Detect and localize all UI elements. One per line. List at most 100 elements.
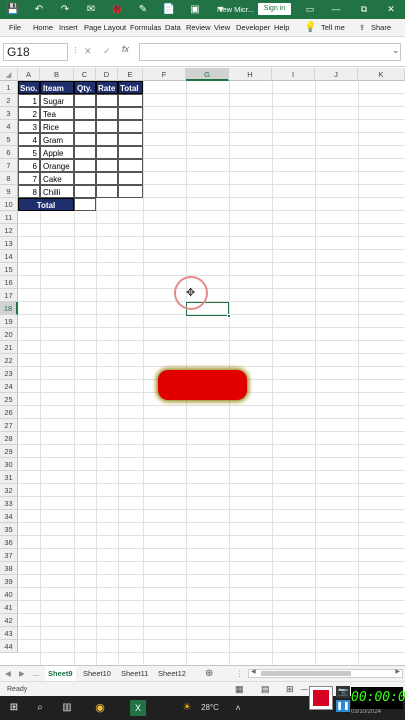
qty-cell[interactable]: [74, 94, 96, 107]
row-header-40[interactable]: 40: [0, 588, 18, 601]
tab-view[interactable]: View: [214, 19, 230, 37]
camera-icon[interactable]: 📷: [336, 686, 350, 698]
row-header-34[interactable]: 34: [0, 510, 18, 523]
table-header-item[interactable]: Iteam: [40, 81, 74, 94]
minimize-icon[interactable]: —: [323, 0, 349, 19]
qty-cell[interactable]: [74, 146, 96, 159]
row-header-32[interactable]: 32: [0, 484, 18, 497]
rate-cell[interactable]: [96, 146, 118, 159]
row-header-26[interactable]: 26: [0, 406, 18, 419]
bug-icon[interactable]: 🐞: [104, 0, 130, 19]
chrome-icon[interactable]: ◉: [92, 696, 108, 720]
row-header-25[interactable]: 25: [0, 393, 18, 406]
share-icon[interactable]: ⇪: [359, 19, 365, 37]
qty-cell[interactable]: [74, 133, 96, 146]
total-cell[interactable]: [118, 172, 143, 185]
redo-icon[interactable]: ↷: [52, 0, 78, 19]
tab-review[interactable]: Review: [186, 19, 211, 37]
row-header-1[interactable]: 1: [0, 81, 18, 94]
pause-icon[interactable]: ❚❚: [336, 700, 350, 712]
item-cell[interactable]: Rice: [40, 120, 74, 133]
page-break-view-icon[interactable]: ⊞: [286, 682, 294, 697]
sno-cell[interactable]: 8: [18, 185, 40, 198]
page-layout-view-icon[interactable]: ▤: [261, 682, 270, 697]
total-cell[interactable]: [118, 185, 143, 198]
sheet-nav-next-icon[interactable]: ▶: [19, 666, 25, 681]
total-cell[interactable]: [118, 159, 143, 172]
column-header-b[interactable]: B: [40, 68, 74, 81]
row-header-15[interactable]: 15: [0, 263, 18, 276]
row-header-7[interactable]: 7: [0, 159, 18, 172]
row-header-30[interactable]: 30: [0, 458, 18, 471]
row-header-12[interactable]: 12: [0, 224, 18, 237]
tab-home[interactable]: Home: [33, 19, 53, 37]
total-label-cell[interactable]: Total: [18, 198, 74, 211]
total-cell[interactable]: [118, 120, 143, 133]
row-header-37[interactable]: 37: [0, 549, 18, 562]
qty-cell[interactable]: [74, 159, 96, 172]
column-header-f[interactable]: F: [143, 68, 186, 81]
row-header-3[interactable]: 3: [0, 107, 18, 120]
horizontal-scrollbar[interactable]: ◀ ▶: [248, 669, 403, 678]
row-header-14[interactable]: 14: [0, 250, 18, 263]
rate-cell[interactable]: [96, 172, 118, 185]
qty-cell[interactable]: [74, 120, 96, 133]
zoom-out-icon[interactable]: —: [301, 682, 308, 697]
rate-cell[interactable]: [96, 107, 118, 120]
record-stop-button[interactable]: [309, 686, 333, 710]
windows-start-icon[interactable]: ⊞: [6, 696, 22, 720]
row-header-22[interactable]: 22: [0, 354, 18, 367]
row-header-4[interactable]: 4: [0, 120, 18, 133]
rate-cell[interactable]: [96, 133, 118, 146]
row-header-11[interactable]: 11: [0, 211, 18, 224]
rate-cell[interactable]: [96, 185, 118, 198]
qty-cell[interactable]: [74, 172, 96, 185]
scroll-right-icon[interactable]: ▶: [395, 668, 400, 675]
table-header-sno[interactable]: Sno.: [18, 81, 40, 94]
tell-me-search[interactable]: Tell me: [321, 19, 345, 37]
tab-insert[interactable]: Insert: [59, 19, 78, 37]
row-header-23[interactable]: 23: [0, 367, 18, 380]
column-header-c[interactable]: C: [74, 68, 96, 81]
row-header-28[interactable]: 28: [0, 432, 18, 445]
name-box[interactable]: G18: [3, 43, 68, 61]
sno-cell[interactable]: 6: [18, 159, 40, 172]
task-view-icon[interactable]: ▥: [60, 696, 74, 720]
item-cell[interactable]: Gram: [40, 133, 74, 146]
row-header-43[interactable]: 43: [0, 627, 18, 640]
search-icon[interactable]: ⌕: [33, 696, 47, 720]
namebox-dropdown-icon[interactable]: ⋮: [72, 46, 79, 54]
sheet-more-ellipsis[interactable]: ...: [33, 666, 39, 681]
sheet-tab-sheet11[interactable]: Sheet11: [121, 666, 148, 681]
insert-function-icon[interactable]: fx: [122, 44, 129, 54]
sno-cell[interactable]: 2: [18, 107, 40, 120]
tray-chevron-icon[interactable]: ˄: [232, 696, 244, 720]
rate-cell[interactable]: [96, 94, 118, 107]
row-header-5[interactable]: 5: [0, 133, 18, 146]
sno-cell[interactable]: 5: [18, 146, 40, 159]
total-cell[interactable]: [118, 107, 143, 120]
edit-icon[interactable]: ✎: [130, 0, 156, 19]
row-header-6[interactable]: 6: [0, 146, 18, 159]
column-header-i[interactable]: I: [272, 68, 315, 81]
row-header-18[interactable]: 18: [0, 302, 18, 315]
worksheet-grid[interactable]: Sno. Iteam Qty. Rate Total 1 Sugar 2 Tea 3 Ri…: [18, 81, 405, 665]
rate-cell[interactable]: [96, 159, 118, 172]
expand-formula-icon[interactable]: ⌄: [392, 45, 400, 56]
total-qty-cell[interactable]: [74, 198, 96, 211]
row-header-44[interactable]: 44: [0, 640, 18, 653]
tab-help[interactable]: Help: [274, 19, 289, 37]
column-header-a[interactable]: A: [18, 68, 40, 81]
sno-cell[interactable]: 7: [18, 172, 40, 185]
column-header-g[interactable]: G: [186, 68, 229, 81]
mail-icon[interactable]: ✉: [78, 0, 104, 19]
undo-icon[interactable]: ↶: [26, 0, 52, 19]
qty-cell[interactable]: [74, 107, 96, 120]
qty-cell[interactable]: [74, 185, 96, 198]
row-header-2[interactable]: 2: [0, 94, 18, 107]
table-header-total[interactable]: Total: [118, 81, 143, 94]
item-cell[interactable]: Apple: [40, 146, 74, 159]
rate-cell[interactable]: [96, 120, 118, 133]
add-sheet-icon[interactable]: ⊕: [205, 666, 213, 681]
column-header-e[interactable]: E: [118, 68, 143, 81]
